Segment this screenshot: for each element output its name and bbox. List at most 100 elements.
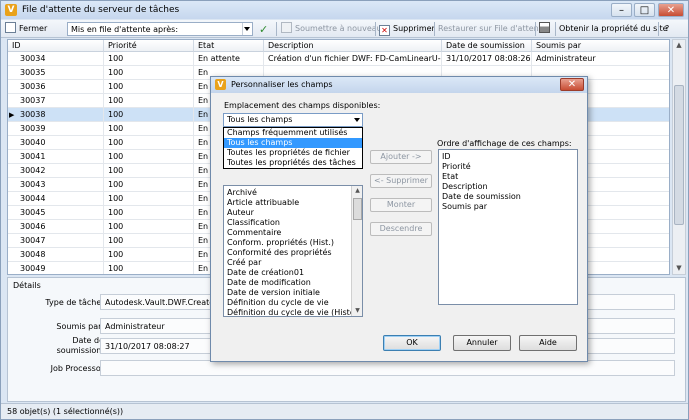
close-queue-button[interactable]: Fermer	[5, 22, 47, 36]
status-text: 58 objet(s) (1 sélectionné(s))	[7, 407, 124, 416]
column-header[interactable]: Date de soumission	[442, 40, 532, 52]
dialog-close-button[interactable]: ✕	[560, 78, 584, 91]
cell-state: En attente	[194, 52, 264, 66]
table-row[interactable]: 30034 100 En attente Création d'un fichier …	[8, 52, 669, 66]
details-title: Détails	[13, 281, 41, 290]
customize-fields-dialog: V Personnaliser les champs ✕ Emplacement…	[210, 76, 588, 362]
location-option[interactable]: Tous les champs	[224, 138, 362, 148]
cell-priority: 100	[104, 248, 194, 262]
cell-id: 30042	[16, 164, 104, 178]
confirm-button[interactable]: ✓	[259, 22, 273, 36]
order-field-item[interactable]: Priorité	[442, 162, 471, 172]
available-field-item[interactable]: Date de version initiale	[227, 288, 320, 298]
available-field-item[interactable]: Commentaire	[227, 228, 281, 238]
available-field-item[interactable]: Créé par	[227, 258, 261, 268]
cell-priority: 100	[104, 220, 194, 234]
restore-to-queue-button[interactable]: Restaurer sur File d'attente	[438, 22, 547, 36]
resubmit-button[interactable]: Soumettre à nouveau	[281, 22, 382, 36]
chevron-down-icon	[354, 118, 360, 122]
dialog-title: Personnaliser les champs	[231, 80, 333, 89]
grid-scroll-thumb[interactable]	[674, 85, 684, 225]
remove-field-button[interactable]: <- Supprimer	[370, 174, 432, 188]
available-field-item[interactable]: Date de modification	[227, 278, 311, 288]
cell-id: 30044	[16, 192, 104, 206]
maximize-button[interactable]: □	[634, 3, 655, 17]
cell-date: 31/10/2017 08:08:26	[442, 52, 532, 66]
job-processor-label: Job Processor	[50, 364, 104, 373]
cell-priority: 100	[104, 136, 194, 150]
move-up-button[interactable]: Monter	[370, 198, 432, 212]
cell-priority: 100	[104, 164, 194, 178]
cell-priority: 100	[104, 206, 194, 220]
column-header[interactable]: ID	[8, 40, 104, 52]
submitted-by-label: Soumis par:	[56, 322, 104, 331]
cell-id: 30046	[16, 220, 104, 234]
scroll-down-arrow-icon[interactable]: ▼	[352, 306, 362, 316]
move-down-button[interactable]: Descendre	[370, 222, 432, 236]
help-button[interactable]: ?	[665, 22, 669, 36]
available-field-item[interactable]: Classification	[227, 218, 280, 228]
available-field-item[interactable]: Conform. propriétés (Hist.)	[227, 238, 334, 248]
column-header[interactable]: Etat	[194, 40, 264, 52]
grid-header: ID Priorité Etat Description Date de soumiss…	[8, 40, 669, 52]
available-field-item[interactable]: Conformité des propriétés	[227, 248, 332, 258]
cancel-button[interactable]: Annuler	[453, 335, 511, 351]
delete-button[interactable]: ✕ Supprimer	[379, 22, 435, 36]
scroll-up-arrow-icon[interactable]: ▲	[673, 40, 685, 51]
cell-id: 30037	[16, 94, 104, 108]
cell-priority: 100	[104, 178, 194, 192]
row-marker-icon: ▶	[9, 111, 15, 119]
location-combo[interactable]: Tous les champs	[223, 113, 363, 127]
ok-button[interactable]: OK	[383, 335, 441, 351]
vault-app-icon: V	[215, 79, 226, 90]
available-field-item[interactable]: Définition du cycle de vie (Historique	[227, 308, 362, 316]
dialog-help-button[interactable]: Aide	[519, 335, 577, 351]
column-header[interactable]: Description	[264, 40, 442, 52]
column-header[interactable]: Soumis par	[532, 40, 669, 52]
cell-id: 30049	[16, 262, 104, 274]
put-after-label: Mis en file d'attente après:	[71, 25, 179, 34]
location-option[interactable]: Champs fréquemment utilisés	[224, 128, 362, 138]
scroll-up-arrow-icon[interactable]: ▲	[352, 186, 362, 196]
cell-priority: 100	[104, 94, 194, 108]
delete-document-icon: ✕	[379, 25, 390, 36]
available-fields-scrollbar[interactable]: ▲ ▼	[351, 186, 362, 316]
location-option[interactable]: Toutes les propriétés des tâches	[224, 158, 362, 168]
printer-icon	[539, 22, 550, 33]
scroll-down-arrow-icon[interactable]: ▼	[673, 263, 685, 274]
cell-id: 30036	[16, 80, 104, 94]
location-option[interactable]: Toutes les propriétés de fichier	[224, 148, 362, 158]
submit-date-label: Date de soumission:	[56, 336, 104, 355]
cell-priority: 100	[104, 234, 194, 248]
available-field-item[interactable]: Définition du cycle de vie	[227, 298, 329, 308]
minimize-button[interactable]: –	[611, 3, 632, 17]
add-field-button[interactable]: Ajouter ->	[370, 150, 432, 164]
order-field-item[interactable]: Etat	[442, 172, 458, 182]
chevron-down-icon	[242, 23, 252, 35]
order-field-item[interactable]: ID	[442, 152, 451, 162]
grid-vertical-scrollbar[interactable]: ▲ ▼	[672, 39, 686, 275]
order-fields-list[interactable]: ID Priorité Etat Description Date de soumiss…	[438, 149, 578, 305]
available-field-item[interactable]: Date de création01	[227, 268, 304, 278]
available-fields-scroll-thumb[interactable]	[353, 198, 362, 220]
title-bar: V File d'attente du serveur de tâches – …	[1, 1, 688, 19]
available-fields-list[interactable]: Archivé Article attribuable Auteur Classifi…	[223, 185, 363, 317]
print-button[interactable]	[539, 22, 553, 36]
order-field-item[interactable]: Soumis par	[442, 202, 487, 212]
status-bar: 58 objet(s) (1 sélectionné(s))	[1, 403, 688, 419]
cell-priority: 100	[104, 192, 194, 206]
cell-id: 30043	[16, 178, 104, 192]
cell-priority: 100	[104, 150, 194, 164]
column-header[interactable]: Priorité	[104, 40, 194, 52]
location-selected: Tous les champs	[227, 115, 293, 124]
available-field-item[interactable]: Article attribuable	[227, 198, 299, 208]
cell-id: 30041	[16, 150, 104, 164]
take-site-ownership-button[interactable]: Obtenir la propriété du site	[559, 22, 668, 36]
put-after-combo[interactable]: Mis en file d'attente après:	[67, 22, 253, 36]
available-field-item[interactable]: Archivé	[227, 188, 257, 198]
window-close-button[interactable]: ✕	[658, 3, 684, 17]
cell-id: 30045	[16, 206, 104, 220]
order-field-item[interactable]: Description	[442, 182, 488, 192]
available-field-item[interactable]: Auteur	[227, 208, 254, 218]
order-field-item[interactable]: Date de soumission	[442, 192, 521, 202]
